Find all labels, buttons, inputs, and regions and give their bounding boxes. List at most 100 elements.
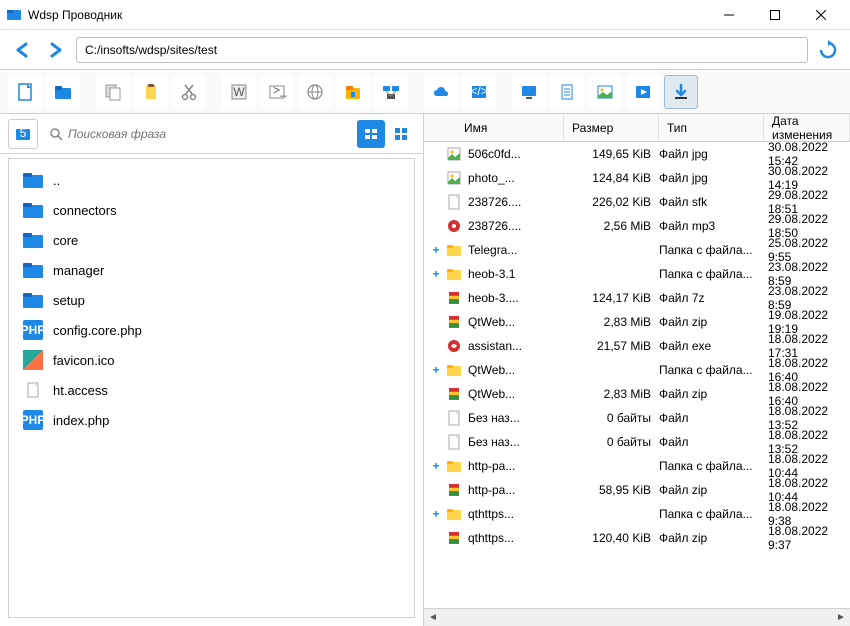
- file-name: qthttps...: [464, 531, 564, 545]
- tree-item[interactable]: PHPconfig.core.php: [17, 315, 406, 345]
- filter-button[interactable]: 5: [8, 119, 38, 149]
- globe-button[interactable]: [298, 75, 332, 109]
- expand-icon[interactable]: +: [428, 243, 444, 257]
- file-row[interactable]: 238726....2,56 MiBФайл mp329.08.2022 18:…: [424, 214, 850, 238]
- file-name: assistan...: [464, 339, 564, 353]
- file-icon: [444, 410, 464, 426]
- column-name[interactable]: Имя: [424, 114, 564, 141]
- document-button[interactable]: [550, 75, 584, 109]
- horizontal-scrollbar[interactable]: ◄ ►: [424, 608, 850, 626]
- search-bar: 5: [0, 114, 423, 154]
- file-size: 149,65 KiB: [564, 147, 659, 161]
- cloud-button[interactable]: [424, 75, 458, 109]
- tree-item[interactable]: setup: [17, 285, 406, 315]
- network-button[interactable]: [374, 75, 408, 109]
- column-date[interactable]: Дата изменения: [764, 114, 850, 141]
- tree-item[interactable]: favicon.ico: [17, 345, 406, 375]
- php-icon: PHP: [21, 318, 45, 342]
- download-button[interactable]: [664, 75, 698, 109]
- copy-button[interactable]: [96, 75, 130, 109]
- folder-icon: [444, 458, 464, 474]
- tree-item[interactable]: ht.access: [17, 375, 406, 405]
- back-button[interactable]: [8, 36, 36, 64]
- file-row[interactable]: +http-pa...Папка с файла...18.08.2022 10…: [424, 454, 850, 478]
- paste-button[interactable]: [134, 75, 168, 109]
- new-file-button[interactable]: [8, 75, 42, 109]
- file-size: 2,83 MiB: [564, 315, 659, 329]
- file-row[interactable]: QtWeb...2,83 MiBФайл zip19.08.2022 19:19: [424, 310, 850, 334]
- app-icon: [6, 7, 22, 23]
- forward-button[interactable]: [42, 36, 70, 64]
- file-list[interactable]: 506c0fd...149,65 KiBФайл jpg30.08.2022 1…: [424, 142, 850, 608]
- code-button[interactable]: </>: [462, 75, 496, 109]
- folder-blue-icon: [21, 198, 45, 222]
- image-button[interactable]: [588, 75, 622, 109]
- search-icon: [48, 126, 64, 142]
- wiki-button[interactable]: W: [222, 75, 256, 109]
- search-input[interactable]: [44, 121, 351, 147]
- file-type: Папка с файла...: [659, 459, 764, 473]
- file-type: Файл sfk: [659, 195, 764, 209]
- file-name: http-pa...: [464, 459, 564, 473]
- tree-item[interactable]: manager: [17, 255, 406, 285]
- file-type: Файл jpg: [659, 171, 764, 185]
- file-row[interactable]: heob-3....124,17 KiBФайл 7z23.08.2022 8:…: [424, 286, 850, 310]
- scroll-left-icon[interactable]: ◄: [424, 609, 442, 626]
- file-row[interactable]: Без наз...0 байтыФайл18.08.2022 13:52: [424, 430, 850, 454]
- expand-icon[interactable]: +: [428, 507, 444, 521]
- file-size: 0 байты: [564, 435, 659, 449]
- cut-button[interactable]: [172, 75, 206, 109]
- file-type: Файл mp3: [659, 219, 764, 233]
- file-icon: [444, 194, 464, 210]
- exe-icon: [444, 338, 464, 354]
- tree-item[interactable]: PHPindex.php: [17, 405, 406, 435]
- folder-icon: [444, 506, 464, 522]
- file-row[interactable]: +QtWeb...Папка с файла...18.08.2022 16:4…: [424, 358, 850, 382]
- file-name: 238726....: [464, 219, 564, 233]
- file-row[interactable]: 506c0fd...149,65 KiBФайл jpg30.08.2022 1…: [424, 142, 850, 166]
- favicon-icon: [21, 348, 45, 372]
- address-input[interactable]: [76, 37, 808, 63]
- file-row[interactable]: 238726....226,02 KiBФайл sfk29.08.2022 1…: [424, 190, 850, 214]
- expand-icon[interactable]: +: [428, 363, 444, 377]
- expand-icon[interactable]: +: [428, 459, 444, 473]
- new-folder-button[interactable]: [46, 75, 80, 109]
- file-type: Файл zip: [659, 483, 764, 497]
- file-row[interactable]: +qthttps...Папка с файла...18.08.2022 9:…: [424, 502, 850, 526]
- close-button[interactable]: [798, 0, 844, 30]
- archive-button[interactable]: [336, 75, 370, 109]
- file-row[interactable]: QtWeb...2,83 MiBФайл zip18.08.2022 16:40: [424, 382, 850, 406]
- tree-item[interactable]: ..: [17, 165, 406, 195]
- expand-icon[interactable]: +: [428, 267, 444, 281]
- column-type[interactable]: Тип: [659, 114, 764, 141]
- file-row[interactable]: assistan...21,57 MiBФайл exe18.08.2022 1…: [424, 334, 850, 358]
- php-icon: PHP: [21, 408, 45, 432]
- terminal-button[interactable]: >_: [260, 75, 294, 109]
- file-row[interactable]: qthttps...120,40 KiBФайл zip18.08.2022 9…: [424, 526, 850, 550]
- tree-item[interactable]: connectors: [17, 195, 406, 225]
- file-row[interactable]: +Telegra...Папка с файла...25.08.2022 9:…: [424, 238, 850, 262]
- file-size: 226,02 KiB: [564, 195, 659, 209]
- column-size[interactable]: Размер: [564, 114, 659, 141]
- view-list-button[interactable]: [357, 120, 385, 148]
- tree-item[interactable]: core: [17, 225, 406, 255]
- video-button[interactable]: [626, 75, 660, 109]
- file-size: 124,84 KiB: [564, 171, 659, 185]
- left-panel: 5 ..connectorscoremanagersetupPHPconfig.…: [0, 114, 424, 626]
- refresh-button[interactable]: [814, 36, 842, 64]
- maximize-button[interactable]: [752, 0, 798, 30]
- file-row[interactable]: http-pa...58,95 KiBФайл zip18.08.2022 10…: [424, 478, 850, 502]
- file-icon: [444, 434, 464, 450]
- window-title: Wdsp Проводник: [28, 8, 706, 22]
- toolbar: W >_ </>: [0, 70, 850, 114]
- file-row[interactable]: +heob-3.1Папка с файла...23.08.2022 8:59: [424, 262, 850, 286]
- tree-item-label: favicon.ico: [53, 353, 114, 368]
- view-grid-button[interactable]: [387, 120, 415, 148]
- file-type: Файл exe: [659, 339, 764, 353]
- file-row[interactable]: photo_...124,84 KiBФайл jpg30.08.2022 14…: [424, 166, 850, 190]
- minimize-button[interactable]: [706, 0, 752, 30]
- folder-tree[interactable]: ..connectorscoremanagersetupPHPconfig.co…: [8, 158, 415, 618]
- scroll-right-icon[interactable]: ►: [832, 609, 850, 626]
- file-row[interactable]: Без наз...0 байтыФайл18.08.2022 13:52: [424, 406, 850, 430]
- monitor-button[interactable]: [512, 75, 546, 109]
